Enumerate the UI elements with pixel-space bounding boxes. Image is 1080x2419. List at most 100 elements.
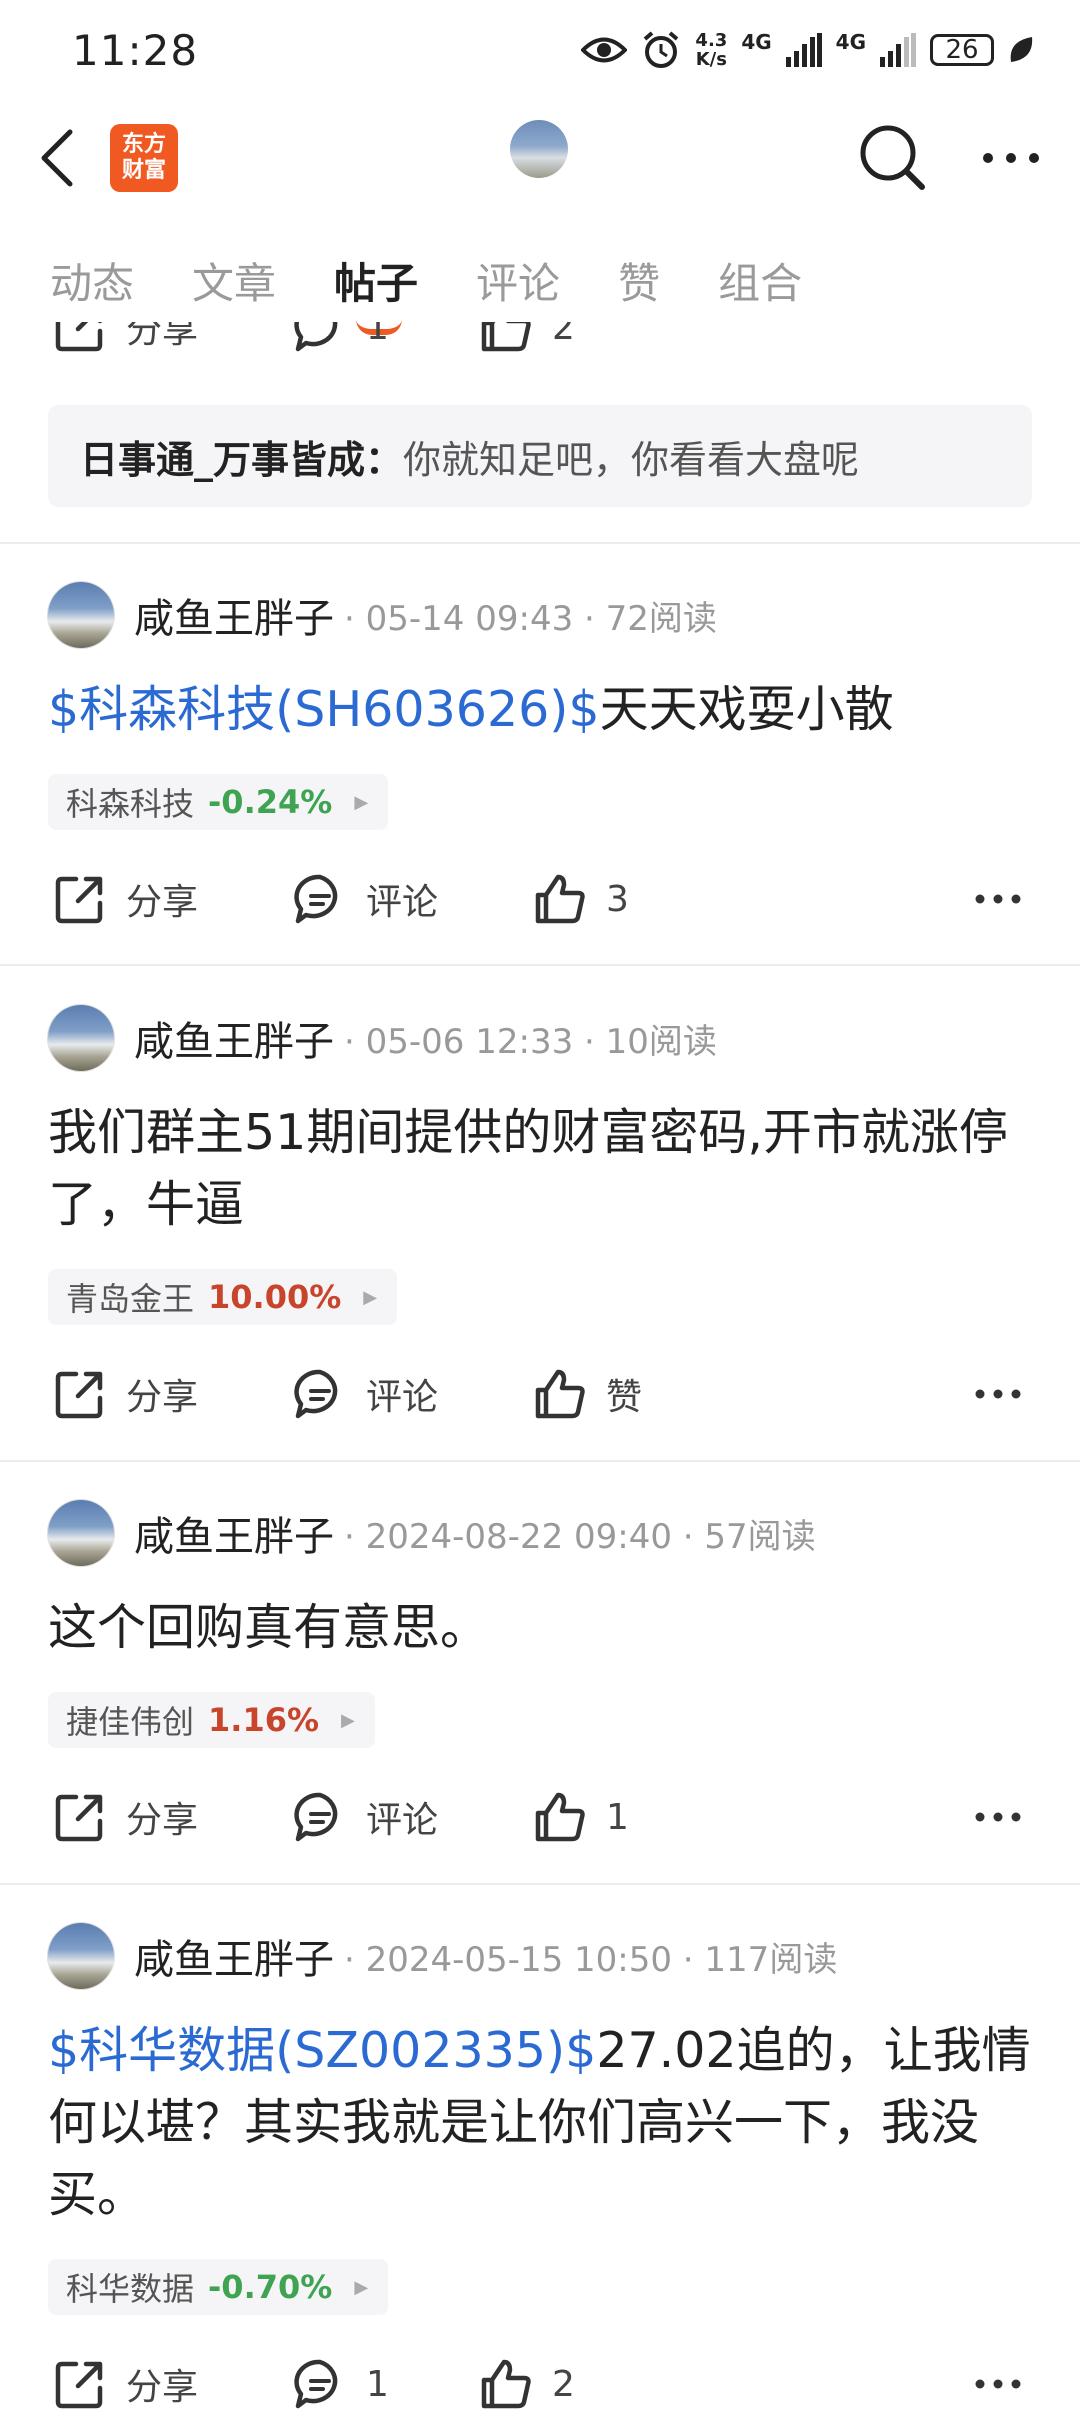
like-button[interactable]: 1 bbox=[532, 1782, 629, 1852]
battery-level: 26 bbox=[945, 35, 979, 65]
post-text: 这个回购真有意思。 bbox=[48, 1599, 490, 1656]
post-content[interactable]: $科华数据(SZ002335)$27.02追的，让我情何以堪？其实我就是让你们高… bbox=[48, 2015, 1038, 2231]
thumbs-up-icon bbox=[535, 874, 585, 924]
post-text: 天天戏耍小散 bbox=[599, 681, 894, 738]
tab-likes[interactable]: 赞 bbox=[618, 250, 660, 311]
share-label: 分享 bbox=[126, 1800, 199, 1841]
more-icon[interactable] bbox=[974, 1782, 1022, 1852]
more-icon[interactable] bbox=[982, 151, 1040, 165]
avatar[interactable] bbox=[48, 1500, 114, 1566]
profile-avatar[interactable] bbox=[510, 120, 568, 178]
post-actions: 分享 评论 1 bbox=[0, 1782, 1080, 1852]
chevron-right-icon: ▶ bbox=[363, 1286, 378, 1308]
like-count: 3 bbox=[606, 878, 629, 920]
chevron-right-icon: ▶ bbox=[341, 1709, 355, 1731]
post-header: 咸鱼王胖子 · 2024-05-15 10:50 · 117阅读 bbox=[48, 1921, 837, 1991]
tab-articles[interactable]: 文章 bbox=[192, 250, 276, 311]
share-button[interactable]: 分享 bbox=[52, 322, 198, 362]
post-actions: 分享 评论 赞 bbox=[0, 1359, 1080, 1429]
stock-chip[interactable]: 科森科技 -0.24% ▶ bbox=[48, 774, 389, 830]
stock-tag-link[interactable]: $科华数据(SZ002335)$ bbox=[48, 2022, 596, 2079]
stock-name: 青岛金王 bbox=[66, 1280, 195, 1318]
tab-comments[interactable]: 评论 bbox=[476, 250, 560, 311]
post-header: 咸鱼王胖子 · 05-06 12:33 · 10阅读 bbox=[48, 1003, 717, 1073]
post-meta: · 05-06 12:33 · 10阅读 bbox=[344, 1021, 717, 1062]
thumbs-up-icon bbox=[535, 1369, 585, 1419]
more-icon[interactable] bbox=[974, 2349, 1022, 2419]
battery-icon: 26 bbox=[930, 34, 994, 66]
comment-icon bbox=[294, 2359, 338, 2409]
comment-icon bbox=[294, 322, 338, 352]
status-bar: 11:28 4.3 K/s 4G 4G 26 bbox=[0, 0, 1080, 100]
share-label: 分享 bbox=[126, 1377, 199, 1418]
nav-actions bbox=[858, 123, 1040, 193]
top-nav: 东方 财富 bbox=[0, 100, 1080, 215]
comment-count: 1 bbox=[366, 2363, 389, 2405]
like-button[interactable]: 3 bbox=[532, 864, 629, 934]
post-content[interactable]: $科森科技(SH603626)$天天戏耍小散 bbox=[48, 674, 1038, 746]
reply-quote[interactable]: 日事通_万事皆成： 你就知足吧，你看看大盘呢 bbox=[48, 405, 1032, 507]
stock-chip[interactable]: 科华数据 -0.70% ▶ bbox=[48, 2259, 389, 2315]
comment-button[interactable]: 1 bbox=[292, 2349, 389, 2419]
post-content[interactable]: 我们群主51期间提供的财富密码,开市就涨停了，牛逼 bbox=[48, 1097, 1038, 1241]
stock-tag-link[interactable]: $科森科技(SH603626)$ bbox=[48, 681, 600, 738]
post-content[interactable]: 这个回购真有意思。 bbox=[48, 1592, 1038, 1664]
stock-change: -0.24% bbox=[208, 783, 333, 821]
comment-icon bbox=[294, 1369, 338, 1419]
signal-icon bbox=[785, 33, 822, 67]
comment-label: 评论 bbox=[366, 1800, 439, 1841]
avatar[interactable] bbox=[48, 1005, 114, 1071]
like-count: 2 bbox=[552, 2363, 575, 2405]
divider bbox=[0, 542, 1080, 544]
avatar[interactable] bbox=[48, 1923, 114, 1989]
more-icon[interactable] bbox=[974, 864, 1022, 934]
like-button[interactable]: 2 bbox=[478, 322, 575, 362]
stock-chip[interactable]: 捷佳伟创 1.16% ▶ bbox=[48, 1692, 375, 1748]
network-type-1: 4G bbox=[741, 30, 772, 54]
speed-unit: K/s bbox=[695, 49, 727, 70]
share-label: 分享 bbox=[126, 882, 199, 923]
reply-text: 你就知足吧，你看看大盘呢 bbox=[403, 437, 860, 482]
author-name[interactable]: 咸鱼王胖子 bbox=[134, 586, 334, 644]
avatar[interactable] bbox=[48, 582, 114, 648]
stock-chip[interactable]: 青岛金王 10.00% ▶ bbox=[48, 1269, 398, 1325]
network-type-2: 4G bbox=[835, 30, 866, 54]
comment-button[interactable]: 评论 bbox=[292, 1359, 438, 1429]
share-button[interactable]: 分享 bbox=[52, 864, 198, 934]
author-name[interactable]: 咸鱼王胖子 bbox=[134, 1009, 334, 1067]
comment-button[interactable]: 1 bbox=[292, 322, 389, 362]
comment-button[interactable]: 评论 bbox=[292, 1782, 438, 1852]
thumbs-up-icon bbox=[481, 322, 531, 352]
more-icon[interactable] bbox=[974, 1359, 1022, 1429]
like-count: 1 bbox=[606, 1796, 629, 1838]
post-actions: 分享 1 2 bbox=[0, 2349, 1080, 2419]
post-text: 我们群主51期间提供的财富密码,开市就涨停了，牛逼 bbox=[48, 1104, 1008, 1233]
stock-name: 科森科技 bbox=[66, 785, 195, 823]
share-button[interactable]: 分享 bbox=[52, 1359, 198, 1429]
network-speed: 4.3 K/s bbox=[695, 31, 727, 69]
share-button[interactable]: 分享 bbox=[52, 1782, 198, 1852]
share-button[interactable]: 分享 bbox=[52, 2349, 198, 2419]
comment-count: 1 bbox=[366, 322, 389, 348]
alarm-icon bbox=[644, 31, 679, 68]
previous-post-actions: 分享 1 2 bbox=[0, 322, 1080, 362]
back-icon[interactable] bbox=[40, 123, 90, 193]
comment-label: 评论 bbox=[366, 1377, 439, 1418]
tab-portfolios[interactable]: 组合 bbox=[718, 250, 802, 311]
comment-button[interactable]: 评论 bbox=[292, 864, 438, 934]
tab-dynamic[interactable]: 动态 bbox=[50, 250, 134, 311]
share-label: 分享 bbox=[126, 2367, 199, 2408]
tab-posts[interactable]: 帖子 bbox=[334, 250, 418, 335]
profile-tabs: 动态 文章 帖子 评论 赞 组合 bbox=[0, 230, 1080, 335]
like-button[interactable]: 赞 bbox=[532, 1359, 642, 1429]
author-name[interactable]: 咸鱼王胖子 bbox=[134, 1504, 334, 1562]
author-name[interactable]: 咸鱼王胖子 bbox=[134, 1927, 334, 1985]
stock-change: -0.70% bbox=[208, 2268, 333, 2306]
post-meta: · 2024-08-22 09:40 · 57阅读 bbox=[344, 1516, 816, 1557]
logo-line-2: 财富 bbox=[121, 157, 166, 183]
share-icon bbox=[55, 876, 103, 924]
signal-weak-icon bbox=[880, 33, 916, 67]
search-icon[interactable] bbox=[858, 123, 928, 193]
thumbs-up-icon bbox=[481, 2359, 531, 2409]
like-button[interactable]: 2 bbox=[478, 2349, 575, 2419]
